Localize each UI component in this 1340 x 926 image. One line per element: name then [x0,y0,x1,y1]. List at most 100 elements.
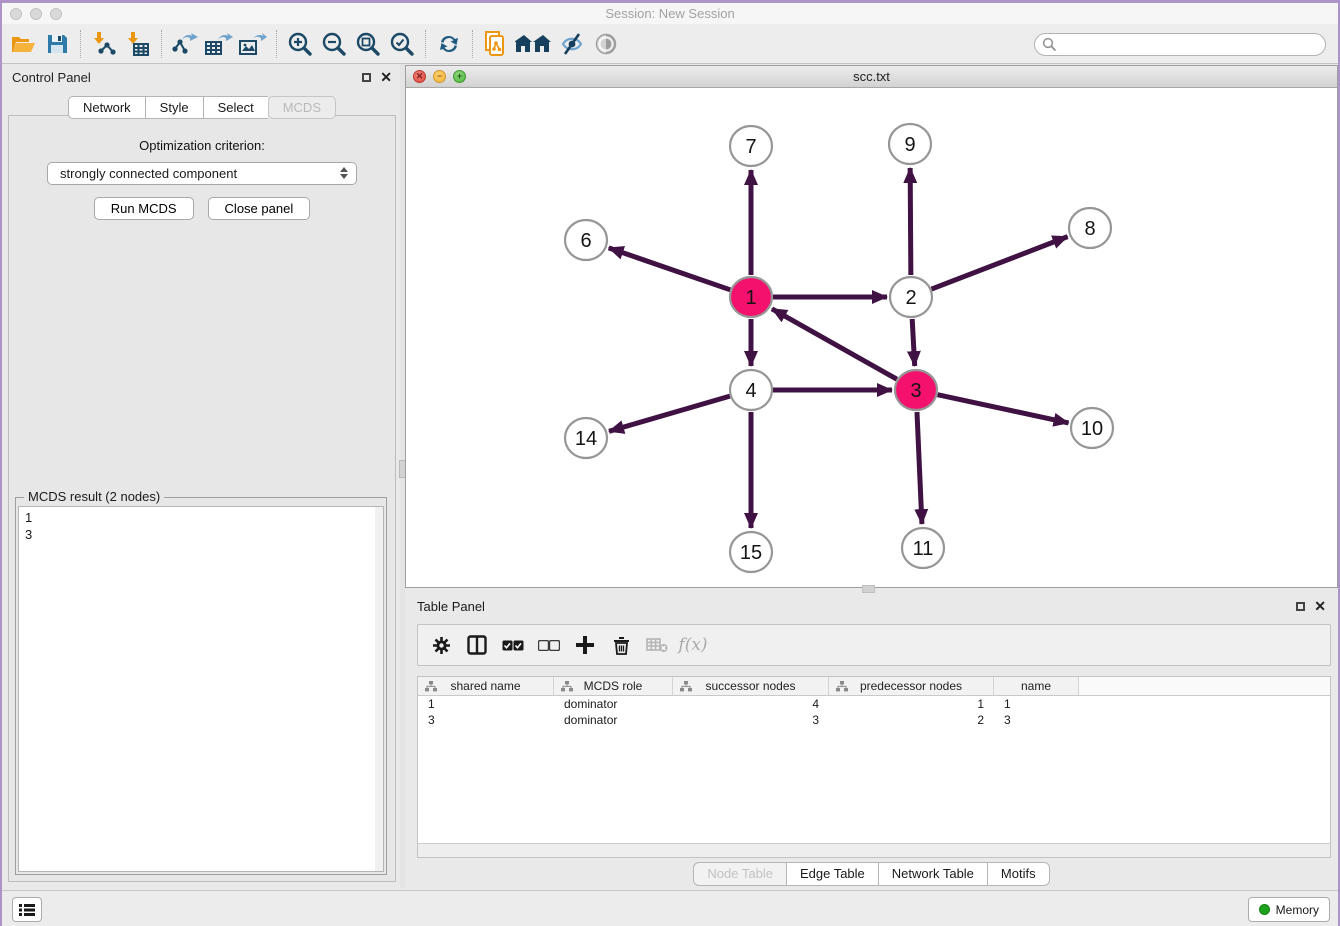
tab-network[interactable]: Network [68,96,145,119]
delete-table-button[interactable] [644,632,670,658]
table-cell[interactable]: 3 [994,712,1079,728]
run-mcds-button[interactable]: Run MCDS [94,197,194,220]
select-all-button[interactable] [500,632,526,658]
edge-1-6[interactable] [609,248,731,290]
edge-4-14[interactable] [609,396,730,431]
mcds-result-text[interactable]: 1 3 [18,506,384,872]
column-header-name[interactable]: name [994,677,1079,695]
tab-node-table[interactable]: Node Table [693,862,786,886]
import-network-button[interactable] [87,27,121,61]
select-arrows-icon [340,167,348,179]
table-header-row: shared nameMCDS rolesuccessor nodes prede… [418,677,1330,696]
node-label-14: 14 [575,428,597,450]
show-all-button[interactable] [589,27,623,61]
toolbar-separator [472,30,473,58]
float-table-panel-icon[interactable] [1296,602,1305,611]
task-history-button[interactable] [12,897,42,922]
column-header-MCDS-role[interactable]: MCDS role [554,677,673,695]
edge-2-8[interactable] [932,237,1068,289]
table-cell[interactable]: 2 [829,712,994,728]
node-label-8: 8 [1084,218,1095,240]
control-panel-title: Control Panel [12,70,91,85]
edge-2-9[interactable] [910,168,911,275]
zoom-fit-button[interactable] [351,27,385,61]
tab-edge-table[interactable]: Edge Table [786,862,878,886]
zoom-selected-button[interactable] [385,27,419,61]
status-bar: Memory [2,890,1338,926]
export-table-button[interactable] [202,27,236,61]
horizontal-splitter-handle[interactable] [862,585,875,593]
hierarchy-icon [680,681,692,692]
table-cell[interactable]: 3 [418,712,554,728]
node-label-15: 15 [740,542,762,564]
save-session-button[interactable] [40,27,74,61]
open-session-button[interactable] [6,27,40,61]
memory-button[interactable]: Memory [1248,897,1330,922]
hierarchy-icon [425,681,437,692]
table-settings-button[interactable] [428,632,454,658]
columns-icon [467,635,487,655]
node-label-9: 9 [904,134,915,156]
first-neighbors-button[interactable] [513,27,555,61]
delete-column-button[interactable] [608,632,634,658]
table-cell[interactable]: dominator [554,696,673,712]
edge-3-11[interactable] [917,412,922,524]
import-table-button[interactable] [121,27,155,61]
column-header-successor-nodes[interactable]: successor nodes [673,677,829,695]
main-toolbar [2,24,1338,64]
export-network-icon [172,32,198,56]
network-window: ✕ − + scc.txt 7968124314101511 [405,65,1338,588]
column-header-shared-name[interactable]: shared name [418,677,554,695]
tab-motifs[interactable]: Motifs [987,862,1050,886]
control-panel-tabs: NetworkStyleSelectMCDS [2,96,402,119]
edge-3-1[interactable] [772,309,897,379]
open-session-icon [11,33,36,55]
zoom-in-button[interactable] [283,27,317,61]
optimization-criterion-select[interactable]: strongly connected component [47,162,357,185]
table-panel: Table Panel ✕ f(x) shared [405,592,1338,888]
edge-2-3[interactable] [912,319,915,366]
close-panel-button[interactable]: Close panel [208,197,311,220]
network-window-titlebar[interactable]: ✕ − + scc.txt [406,66,1337,88]
table-cell[interactable]: 4 [673,696,829,712]
zoom-out-button[interactable] [317,27,351,61]
column-header-predecessor-nodes[interactable]: predecessor nodes [829,677,994,695]
clone-network-button[interactable] [479,27,513,61]
table-panel-title: Table Panel [417,599,485,614]
export-image-button[interactable] [236,27,270,61]
edge-3-10[interactable] [938,395,1069,423]
export-network-button[interactable] [168,27,202,61]
table-row[interactable]: 3dominator323 [418,712,1330,728]
table-cell[interactable]: dominator [554,712,673,728]
mcds-result-scrollbar[interactable] [375,507,383,871]
table-row[interactable]: 1dominator411 [418,696,1330,712]
table-cell[interactable]: 3 [673,712,829,728]
select-all-icon [502,640,524,651]
show-all-icon [593,32,619,56]
export-table-icon [205,32,233,56]
table-horizontal-scrollbar[interactable] [418,843,1330,857]
tab-select[interactable]: Select [203,96,268,119]
add-column-button[interactable] [572,632,598,658]
tab-style[interactable]: Style [145,96,203,119]
table-cell[interactable]: 1 [994,696,1079,712]
tab-network-table[interactable]: Network Table [878,862,987,886]
refresh-icon [437,32,461,56]
show-columns-button[interactable] [464,632,490,658]
network-canvas[interactable]: 7968124314101511 [406,88,1337,587]
column-label: predecessor nodes [860,679,962,693]
deselect-all-button[interactable] [536,632,562,658]
tab-mcds[interactable]: MCDS [268,96,336,119]
close-panel-icon[interactable]: ✕ [380,70,392,84]
float-panel-icon[interactable] [362,73,371,82]
search-input[interactable] [1062,38,1325,52]
function-builder-button[interactable]: f(x) [680,632,706,658]
search-field[interactable] [1034,33,1326,56]
table-cell[interactable]: 1 [829,696,994,712]
refresh-button[interactable] [432,27,466,61]
table-cell[interactable]: 1 [418,696,554,712]
zoom-selected-icon [390,32,414,56]
node-table[interactable]: shared nameMCDS rolesuccessor nodes prede… [417,676,1331,858]
close-table-panel-icon[interactable]: ✕ [1314,599,1326,613]
hide-selected-button[interactable] [555,27,589,61]
